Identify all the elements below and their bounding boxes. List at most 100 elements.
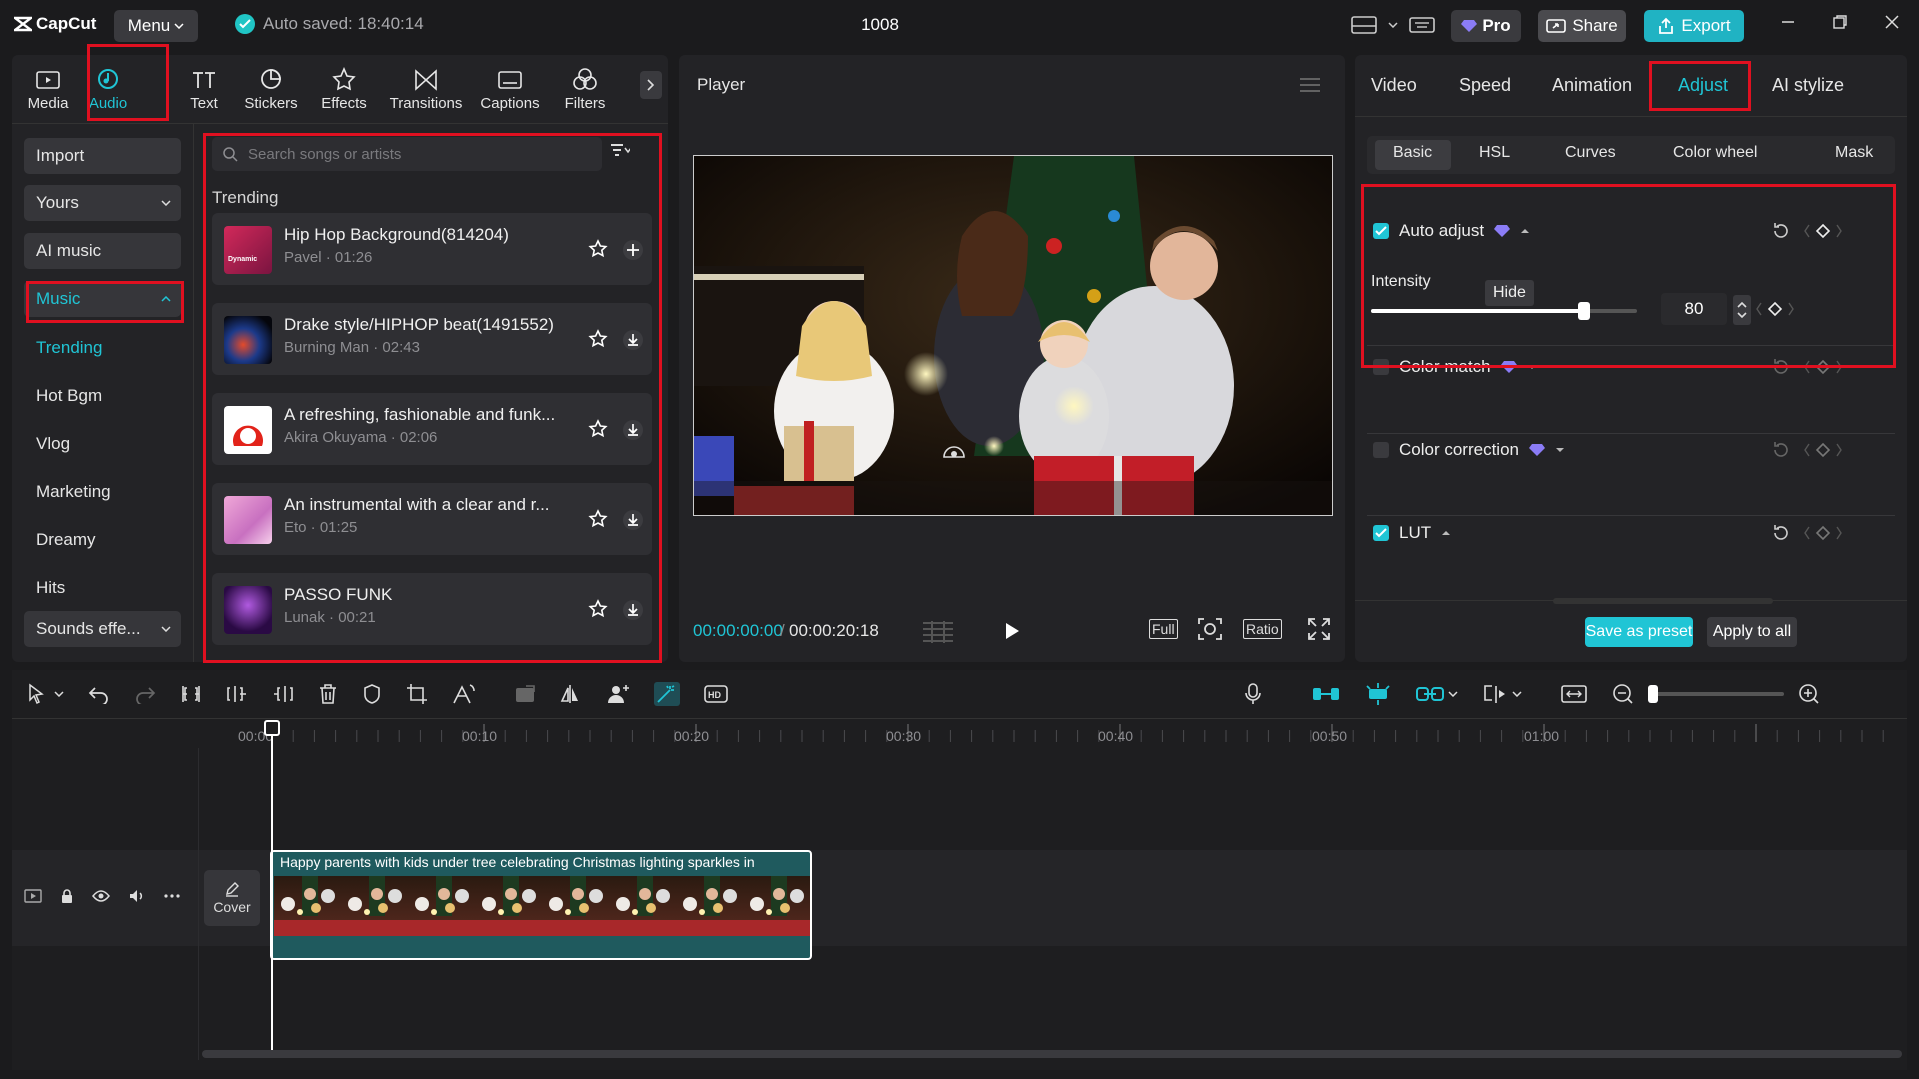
star-icon[interactable] bbox=[588, 419, 608, 439]
intensity-slider[interactable] bbox=[1371, 302, 1637, 320]
reset-icon[interactable] bbox=[1771, 440, 1791, 460]
close-icon[interactable] bbox=[1884, 14, 1900, 30]
video-preview[interactable] bbox=[693, 155, 1333, 516]
sidebar-music[interactable]: Music bbox=[24, 281, 181, 317]
ai-enhance-icon[interactable] bbox=[942, 442, 966, 460]
subtab-mask[interactable]: Mask bbox=[1835, 144, 1873, 162]
freeze-frame-icon[interactable] bbox=[514, 684, 536, 704]
restore-icon[interactable] bbox=[1832, 14, 1848, 30]
subtab-curves[interactable]: Curves bbox=[1565, 144, 1616, 162]
crop-icon[interactable] bbox=[406, 683, 428, 705]
zoom-out-icon[interactable] bbox=[1612, 683, 1634, 705]
select-cursor-icon[interactable] bbox=[26, 683, 46, 705]
keyframe-icon[interactable] bbox=[1803, 359, 1843, 375]
tab-stickers[interactable]: Stickers bbox=[240, 60, 302, 118]
chevron-down-icon[interactable] bbox=[54, 691, 64, 697]
subtab-basic[interactable]: Basic bbox=[1393, 144, 1432, 162]
tab-video[interactable]: Video bbox=[1371, 75, 1417, 96]
tab-transitions[interactable]: Transitions bbox=[386, 60, 466, 118]
tab-adjust[interactable]: Adjust bbox=[1678, 75, 1728, 96]
slider-handle[interactable] bbox=[1577, 302, 1590, 320]
tab-captions[interactable]: Captions bbox=[476, 60, 544, 118]
sidebar-sounds-effects[interactable]: Sounds effe... bbox=[24, 611, 181, 647]
chevron-up-icon[interactable] bbox=[1441, 530, 1451, 536]
remove-background-icon[interactable] bbox=[606, 683, 630, 705]
song-item[interactable]: Dynamic Hip Hop Background(814204) Pavel… bbox=[212, 213, 652, 285]
reset-icon[interactable] bbox=[1771, 523, 1791, 543]
song-item[interactable]: Drake style/HIPHOP beat(1491552) Burning… bbox=[212, 303, 652, 375]
hd-enhance-icon[interactable]: HD bbox=[704, 684, 728, 704]
zoom-in-icon[interactable] bbox=[1798, 683, 1820, 705]
color-match-checkbox[interactable] bbox=[1373, 359, 1389, 375]
full-quality-button[interactable]: Full bbox=[1149, 619, 1178, 639]
share-button[interactable]: Share bbox=[1538, 10, 1626, 42]
playhead-handle[interactable] bbox=[264, 720, 280, 736]
eye-icon[interactable] bbox=[92, 889, 110, 903]
time-ruler[interactable] bbox=[200, 722, 1900, 748]
pro-button[interactable]: Pro bbox=[1451, 10, 1521, 42]
magic-wand-icon[interactable] bbox=[654, 682, 680, 706]
song-item[interactable]: A refreshing, fashionable and funk... Ak… bbox=[212, 393, 652, 465]
sidebar-item-vlog[interactable]: Vlog bbox=[24, 426, 181, 462]
menu-button[interactable]: Menu bbox=[114, 10, 198, 42]
tab-filters[interactable]: Filters bbox=[560, 60, 610, 118]
tab-speed[interactable]: Speed bbox=[1459, 75, 1511, 96]
tab-audio[interactable]: Audio bbox=[78, 60, 138, 118]
delete-icon[interactable] bbox=[318, 683, 338, 705]
download-icon[interactable] bbox=[622, 599, 644, 621]
auto-adjust-checkbox[interactable] bbox=[1373, 223, 1389, 239]
split-left-icon[interactable] bbox=[226, 684, 248, 704]
timeline-scrollbar[interactable] bbox=[202, 1050, 1902, 1058]
sidebar-item-dreamy[interactable]: Dreamy bbox=[24, 522, 181, 558]
song-item[interactable]: PASSO FUNK Lunak · 00:21 bbox=[212, 573, 652, 645]
chevron-down-icon[interactable] bbox=[1448, 691, 1458, 697]
sidebar-ai-music[interactable]: AI music bbox=[24, 233, 181, 269]
sidebar-item-marketing[interactable]: Marketing bbox=[24, 474, 181, 510]
fullscreen-icon[interactable] bbox=[1307, 617, 1331, 641]
undo-icon[interactable] bbox=[88, 684, 110, 704]
chevron-down-icon[interactable] bbox=[1527, 364, 1537, 370]
download-icon[interactable] bbox=[622, 329, 644, 351]
star-icon[interactable] bbox=[588, 509, 608, 529]
speaker-icon[interactable] bbox=[128, 888, 146, 904]
lock-icon[interactable] bbox=[60, 888, 74, 904]
keyframe-icon[interactable] bbox=[1803, 525, 1843, 541]
grid-view-icon[interactable] bbox=[921, 619, 955, 643]
download-icon[interactable] bbox=[622, 509, 644, 531]
chevron-down-icon[interactable] bbox=[1555, 447, 1565, 453]
tab-ai-stylize[interactable]: AI stylize bbox=[1772, 75, 1844, 96]
tab-effects[interactable]: Effects bbox=[316, 60, 372, 118]
save-as-preset-button[interactable]: Save as preset bbox=[1585, 617, 1693, 647]
star-icon[interactable] bbox=[588, 329, 608, 349]
sidebar-item-hot-bgm[interactable]: Hot Bgm bbox=[24, 378, 181, 414]
export-button[interactable]: Export bbox=[1644, 10, 1744, 42]
tabs-scroll-right-button[interactable] bbox=[640, 71, 662, 99]
sidebar-item-hits[interactable]: Hits bbox=[24, 570, 181, 606]
cover-button[interactable]: Cover bbox=[204, 870, 260, 926]
color-correction-checkbox[interactable] bbox=[1373, 442, 1389, 458]
microphone-icon[interactable] bbox=[1244, 683, 1262, 705]
playhead[interactable] bbox=[271, 722, 273, 1052]
song-item[interactable]: An instrumental with a clear and r... Et… bbox=[212, 483, 652, 555]
more-options-icon[interactable] bbox=[164, 893, 180, 899]
reset-icon[interactable] bbox=[1771, 357, 1791, 377]
star-icon[interactable] bbox=[588, 599, 608, 619]
screenshot-icon[interactable] bbox=[1197, 617, 1223, 641]
add-icon[interactable] bbox=[622, 239, 644, 261]
video-clip[interactable]: Happy parents with kids under tree celeb… bbox=[270, 850, 812, 960]
chevron-down-icon[interactable] bbox=[1512, 691, 1522, 697]
tab-media[interactable]: Media bbox=[22, 60, 74, 118]
apply-to-all-button[interactable]: Apply to all bbox=[1707, 617, 1797, 647]
play-icon[interactable] bbox=[1003, 621, 1021, 641]
zoom-slider[interactable] bbox=[1648, 685, 1784, 703]
subtab-color-wheel[interactable]: Color wheel bbox=[1673, 144, 1757, 162]
keyframe-icon[interactable] bbox=[1803, 223, 1843, 239]
tab-text[interactable]: Text bbox=[184, 60, 224, 118]
split-icon[interactable] bbox=[180, 684, 202, 704]
redo-icon[interactable] bbox=[134, 684, 156, 704]
intensity-value-input[interactable]: 80 bbox=[1661, 293, 1727, 325]
download-icon[interactable] bbox=[622, 419, 644, 441]
preview-axis-icon[interactable] bbox=[1482, 683, 1508, 705]
minimize-icon[interactable] bbox=[1780, 14, 1796, 30]
keyboard-shortcuts-icon[interactable] bbox=[1408, 14, 1436, 36]
